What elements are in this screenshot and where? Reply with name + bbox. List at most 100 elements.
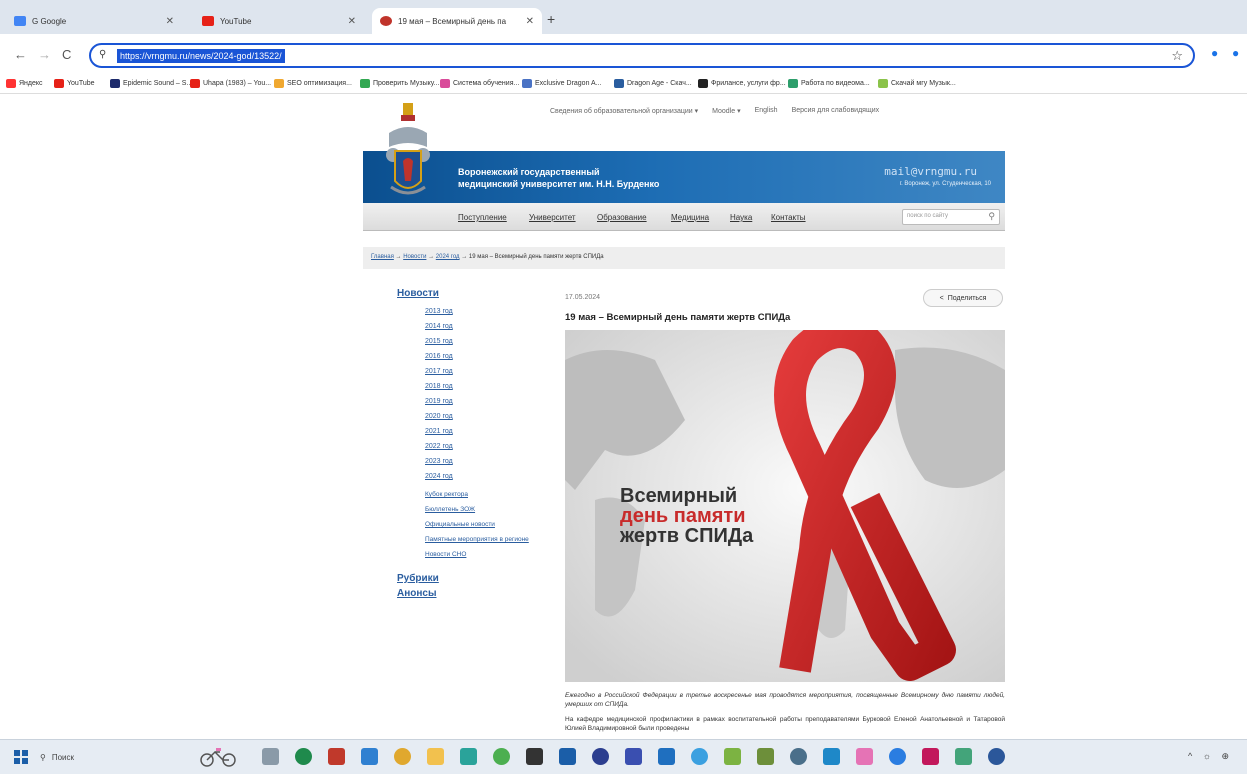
sidebar-year-link[interactable]: 2015 год xyxy=(425,334,547,349)
site-info-icon[interactable]: ⚲ xyxy=(99,49,106,60)
site-search-input[interactable]: поиск по сайту ⚲ xyxy=(902,209,1000,225)
bookmark-item[interactable]: SEO оптимизация... xyxy=(274,79,352,88)
sidebar-year-link[interactable]: 2023 год xyxy=(425,454,547,469)
bookmark-star-icon[interactable]: ☆ xyxy=(1171,48,1183,64)
breadcrumb-home[interactable]: Главная xyxy=(371,254,394,260)
bookmark-item[interactable]: Dragon Age - Скач... xyxy=(614,79,692,88)
close-icon[interactable]: ✕ xyxy=(348,16,356,27)
top-link-english[interactable]: English xyxy=(755,107,778,115)
bookmarks-bar: Яндекс YouTube Epidemic Sound – S... Uhapa … xyxy=(0,76,1247,94)
sidebar-heading-announcements[interactable]: Анонсы xyxy=(397,588,547,599)
app-blue-icon[interactable] xyxy=(889,748,906,765)
sidebar-year-link[interactable]: 2018 год xyxy=(425,379,547,394)
breadcrumb-news[interactable]: Новости xyxy=(403,254,426,260)
tab-google[interactable]: G Google ✕ xyxy=(6,8,182,34)
sidebar-year-link[interactable]: 2014 год xyxy=(425,319,547,334)
sidebar-category-link[interactable]: Бюллетень ЗОЖ xyxy=(425,505,535,514)
app-blue-square-icon[interactable] xyxy=(559,748,576,765)
start-button[interactable] xyxy=(14,750,28,764)
nav-admission[interactable]: Поступление xyxy=(458,213,507,222)
bookmark-item[interactable]: Фрилансе, услуги фр... xyxy=(698,79,786,88)
nav-university[interactable]: Университет xyxy=(529,213,576,222)
extension-icon[interactable]: ● xyxy=(1232,46,1239,60)
url-text[interactable]: https://vrngmu.ru/news/2024-god/13522/ xyxy=(117,49,285,63)
university-emblem-icon[interactable] xyxy=(383,103,433,207)
sidebar-year-link[interactable]: 2019 год xyxy=(425,394,547,409)
close-icon[interactable]: ✕ xyxy=(526,16,534,27)
bookmark-item[interactable]: Яндекс xyxy=(6,79,43,88)
address-bar[interactable]: ⚲ https://vrngmu.ru/news/2024-god/13522/… xyxy=(89,43,1195,68)
bookmark-item[interactable]: YouTube xyxy=(54,79,95,88)
sidebar-category-link[interactable]: Кубок ректора xyxy=(425,490,535,499)
app-steel-icon[interactable] xyxy=(790,748,807,765)
top-link-org-info[interactable]: Сведения об образовательной организации … xyxy=(550,107,698,115)
reload-button[interactable]: C xyxy=(62,47,71,62)
app-olive-icon[interactable] xyxy=(757,748,774,765)
bookmark-item[interactable]: Uhapa (1983) – You... xyxy=(190,79,271,88)
nav-education[interactable]: Образование xyxy=(597,213,647,222)
taskbar-search[interactable]: ⚲ Поиск xyxy=(36,746,186,768)
sidebar-heading-news[interactable]: Новости xyxy=(397,288,547,299)
app-green-icon[interactable] xyxy=(493,748,510,765)
app-magenta-icon[interactable] xyxy=(922,748,939,765)
bookmark-item[interactable]: Epidemic Sound – S... xyxy=(110,79,192,88)
app-red-icon[interactable] xyxy=(328,748,345,765)
app-cyan-icon[interactable] xyxy=(823,748,840,765)
nav-science[interactable]: Наука xyxy=(730,213,752,222)
bicycle-widget-icon[interactable] xyxy=(198,746,238,768)
breadcrumb-year[interactable]: 2024 год xyxy=(436,254,460,260)
sidebar-year-link[interactable]: 2024 год xyxy=(425,469,547,484)
bookmark-favicon-icon xyxy=(54,79,64,88)
bookmark-favicon-icon xyxy=(788,79,798,88)
app-yellow-icon[interactable] xyxy=(394,748,411,765)
site-header-banner: Воронежский государственный медицинский … xyxy=(363,151,1005,203)
task-view-icon[interactable] xyxy=(262,748,279,765)
app-mint-icon[interactable] xyxy=(955,748,972,765)
back-button[interactable]: ← xyxy=(14,47,27,62)
top-link-moodle[interactable]: Moodle ▾ xyxy=(712,107,740,115)
bookmark-item[interactable]: Система обучения... xyxy=(440,79,519,88)
sidebar-heading-rubrics[interactable]: Рубрики xyxy=(397,573,547,584)
app-pink-icon[interactable] xyxy=(856,748,873,765)
bookmark-item[interactable]: Exclusive Dragon A... xyxy=(522,79,602,88)
article-title: 19 мая – Всемирный день памяти жертв СПИ… xyxy=(565,312,791,323)
app-sky-icon[interactable] xyxy=(691,748,708,765)
bookmark-label: Exclusive Dragon A... xyxy=(535,80,602,87)
contact-email[interactable]: mail@vrngmu.ru xyxy=(884,165,977,178)
sidebar-year-link[interactable]: 2017 год xyxy=(425,364,547,379)
forward-button[interactable]: → xyxy=(38,47,51,62)
sidebar-category-link[interactable]: Официальные новости xyxy=(425,520,535,529)
sidebar-year-link[interactable]: 2020 год xyxy=(425,409,547,424)
nav-contacts[interactable]: Контакты xyxy=(771,213,806,222)
app-blue-circle-icon[interactable] xyxy=(361,748,378,765)
nav-medicine[interactable]: Медицина xyxy=(671,213,709,222)
app-azure-icon[interactable] xyxy=(658,748,675,765)
word-icon[interactable] xyxy=(988,748,1005,765)
tab-youtube[interactable]: YouTube ✕ xyxy=(194,8,364,34)
app-lime-icon[interactable] xyxy=(724,748,741,765)
top-link-accessibility[interactable]: Версия для слабовидящих xyxy=(792,107,880,115)
sidebar-year-link[interactable]: 2013 год xyxy=(425,304,547,319)
sidebar-year-link[interactable]: 2022 год xyxy=(425,439,547,454)
bookmark-item[interactable]: Проверить Музыку... xyxy=(360,79,439,88)
app-teal-icon[interactable] xyxy=(460,748,477,765)
profile-icon[interactable]: ● xyxy=(1211,46,1218,60)
new-tab-button[interactable]: + xyxy=(547,11,555,27)
bookmark-item[interactable]: Работа по видеома... xyxy=(788,79,870,88)
app-dark-icon[interactable] xyxy=(526,748,543,765)
sidebar-year-link[interactable]: 2016 год xyxy=(425,349,547,364)
sidebar-category-link[interactable]: Новости СНО xyxy=(425,550,535,559)
share-button[interactable]: < Поделиться xyxy=(923,289,1003,307)
system-tray[interactable]: ^ ☼ ⊕ xyxy=(1188,751,1233,762)
university-name[interactable]: Воронежский государственный медицинский … xyxy=(458,166,659,190)
sidebar-year-link[interactable]: 2021 год xyxy=(425,424,547,439)
app-navy-icon[interactable] xyxy=(592,748,609,765)
sidebar-category-link[interactable]: Памятные мероприятия в регионе xyxy=(425,535,535,544)
search-icon[interactable]: ⚲ xyxy=(988,211,995,222)
app-indigo-icon[interactable] xyxy=(625,748,642,765)
files-icon[interactable] xyxy=(427,748,444,765)
tab-article[interactable]: 19 мая – Всемирный день па ✕ xyxy=(372,8,542,34)
chrome-icon[interactable] xyxy=(295,748,312,765)
close-icon[interactable]: ✕ xyxy=(166,16,174,27)
bookmark-item[interactable]: Скачай мгу Музык... xyxy=(878,79,956,88)
